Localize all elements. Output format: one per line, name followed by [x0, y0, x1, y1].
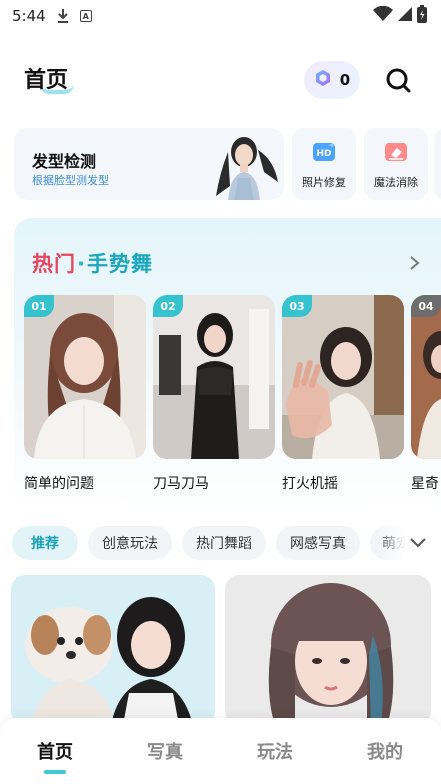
- rank-badge: 04: [411, 295, 441, 317]
- hair-model-image: [216, 137, 278, 200]
- hd-icon: HD: [313, 142, 335, 161]
- svg-text:HD: HD: [316, 149, 331, 159]
- more-feature-card-partial[interactable]: [434, 128, 441, 200]
- video-title: 刀马刀马: [153, 476, 209, 492]
- hot-title-part1: 热门: [32, 252, 76, 276]
- video-card[interactable]: 04: [411, 295, 441, 459]
- rank-badge: 03: [282, 295, 312, 317]
- photo-repair-card[interactable]: HD 照片修复: [292, 128, 356, 200]
- magic-erase-card[interactable]: 魔法消除: [364, 128, 428, 200]
- category-tab-recommend[interactable]: 推荐: [12, 526, 78, 560]
- cell-signal-icon: [397, 6, 413, 26]
- category-tabs: 推荐 创意玩法 热门舞蹈 网感写真 萌宠: [12, 526, 441, 560]
- nav-active-indicator: [44, 770, 66, 774]
- video-title: 星奇: [411, 476, 439, 492]
- feed-card-image: [225, 575, 431, 725]
- status-bar: 5:44 A: [0, 0, 441, 32]
- category-tab-dance[interactable]: 热门舞蹈: [182, 526, 266, 560]
- coin-icon: [314, 69, 332, 91]
- hair-detect-card[interactable]: 发型检测 根据脸型测发型: [14, 128, 284, 200]
- page-title: 首页: [24, 68, 69, 93]
- video-card[interactable]: 02: [153, 295, 275, 459]
- feed-card[interactable]: [11, 575, 215, 725]
- coin-balance-button[interactable]: 0: [304, 61, 360, 99]
- feed-card[interactable]: [225, 575, 431, 725]
- eraser-icon: [385, 143, 407, 161]
- category-tab-creative[interactable]: 创意玩法: [88, 526, 172, 560]
- status-time: 5:44: [12, 7, 46, 25]
- header: 首页 0: [0, 56, 441, 106]
- feed-card-image: [11, 575, 215, 725]
- wifi-icon: [373, 5, 393, 26]
- magic-erase-label: 魔法消除: [374, 176, 418, 189]
- notification-a-icon: A: [79, 10, 92, 22]
- coin-count: 0: [339, 71, 351, 89]
- video-card[interactable]: 01: [24, 295, 146, 459]
- hair-detect-title: 发型检测: [32, 152, 97, 171]
- expand-categories-button[interactable]: [409, 534, 427, 552]
- hot-section-title: 热门·手势舞: [32, 248, 153, 278]
- hot-gesture-dance-section: 热门·手势舞 01 简单的问题 02 刀马刀马 03 打火机摇 04 星奇: [14, 218, 441, 508]
- hot-title-dot: ·: [77, 252, 86, 276]
- video-title: 简单的问题: [24, 476, 94, 492]
- download-icon: [56, 8, 70, 24]
- video-thumbnail: [24, 295, 146, 459]
- feature-row: 发型检测 根据脸型测发型 HD 照片修复 魔法消除: [14, 128, 441, 200]
- nav-home[interactable]: 首页: [15, 738, 95, 764]
- photo-repair-label: 照片修复: [302, 176, 346, 189]
- hot-title-part2: 手势舞: [86, 252, 153, 276]
- video-title: 打火机摇: [282, 476, 338, 492]
- video-thumbnail: [411, 295, 441, 459]
- search-icon: [386, 68, 411, 93]
- video-thumbnail: [153, 295, 275, 459]
- category-tab-photo[interactable]: 网感写真: [276, 526, 360, 560]
- search-button[interactable]: [384, 66, 412, 94]
- nav-photo[interactable]: 写真: [125, 738, 205, 764]
- nav-play[interactable]: 玩法: [235, 738, 315, 764]
- hot-more-button[interactable]: [408, 254, 422, 272]
- rank-badge: 02: [153, 295, 183, 317]
- chevron-down-icon: [410, 538, 426, 548]
- rank-badge: 01: [24, 295, 54, 317]
- nav-mine[interactable]: 我的: [345, 738, 425, 764]
- battery-icon: [417, 5, 427, 27]
- video-card[interactable]: 03: [282, 295, 404, 459]
- bottom-nav: 首页 写真 玩法 我的: [0, 718, 441, 784]
- hair-detect-subtitle: 根据脸型测发型: [32, 174, 109, 187]
- chevron-right-icon: [410, 256, 420, 270]
- video-thumbnail: [282, 295, 404, 459]
